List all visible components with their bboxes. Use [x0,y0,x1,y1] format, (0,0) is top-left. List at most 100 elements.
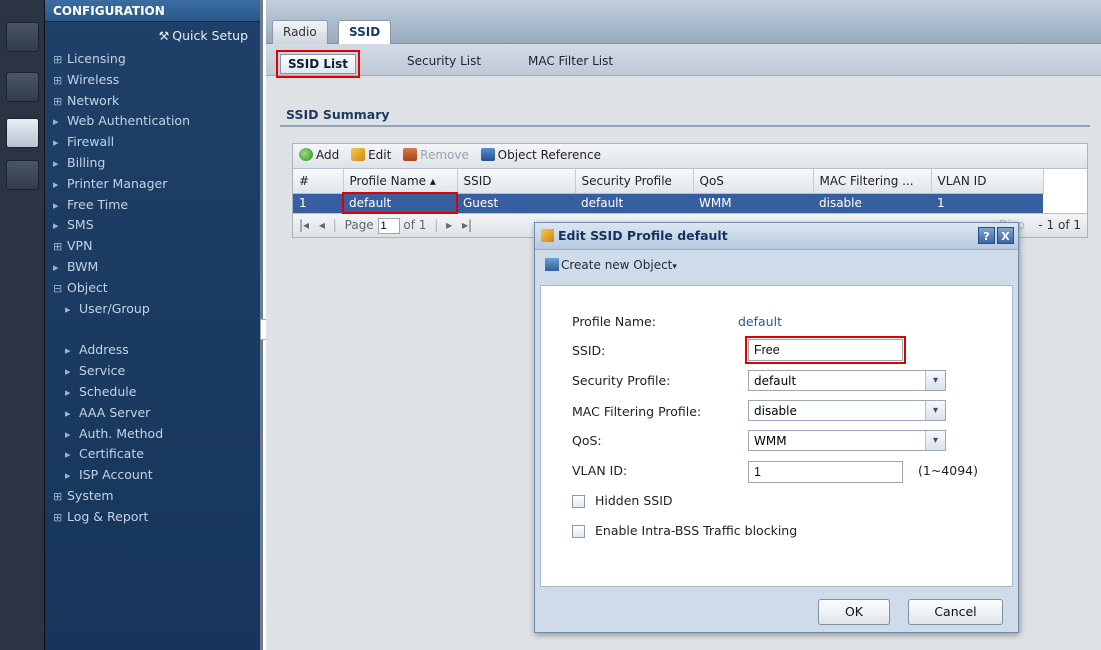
expand-icon: ⊞ [53,489,63,503]
nav-item-user-group[interactable]: ▸ User/Group [53,299,258,320]
dialog-title: Edit SSID Profile default [558,228,728,243]
page-number-input[interactable] [377,218,400,234]
col-header-num[interactable]: # [293,169,344,194]
maintenance-icon[interactable] [6,160,39,190]
nav-item-printer-manager[interactable]: ▸ Printer Manager [53,174,258,195]
chevron-down-icon: ▾ [925,401,945,420]
nav-item-label: Wireless [67,71,120,87]
col-header-vlan-id[interactable]: VLAN ID [931,169,1044,194]
dashboard-icon[interactable] [6,22,39,52]
nav-item-service[interactable]: ▸ Service [53,361,258,382]
last-page-icon[interactable]: ▸| [462,218,472,232]
expand-icon: ⊞ [53,94,63,108]
create-new-object-menu[interactable]: Create new Object▾ [535,250,1018,282]
nav-item-auth-method[interactable]: ▸ Auth. Method [53,424,258,445]
chevron-down-icon: ▾ [925,431,945,450]
subtab-ssid-list[interactable]: SSID List [276,50,360,78]
dialog-header-buttons: ? X [976,227,1014,244]
nav-item-sms[interactable]: ▸ SMS [53,215,258,236]
col-header-qos[interactable]: QoS [693,169,814,194]
configuration-gears-icon[interactable] [6,118,39,148]
nav-item-address[interactable]: ▸ Address [53,340,258,361]
cancel-button[interactable]: Cancel [908,599,1003,625]
object-reference-button[interactable]: Object Reference [480,148,601,162]
security-profile-select[interactable]: default ▾ [748,370,946,391]
vlan-id-input[interactable] [748,461,903,483]
nav-item-free-time[interactable]: ▸ Free Time [53,195,258,216]
nav-item-log-report[interactable]: ⊞ Log & Report [53,507,258,528]
bullet-icon: ▸ [65,469,71,483]
nav-item-certificate[interactable]: ▸ Certificate [53,444,258,465]
quick-setup-icon: ⚒ [158,29,170,43]
col-header-profile-name[interactable]: Profile Name ▴ [343,169,458,194]
object-reference-icon [480,148,495,161]
subtab-security-list[interactable]: Security List [407,54,481,68]
help-button[interactable]: ? [978,227,995,244]
chevron-down-icon: ▾ [925,371,945,390]
security-profile-label: Security Profile: [572,373,671,388]
profile-name-value: default [738,314,782,329]
hidden-ssid-checkbox[interactable] [572,495,585,508]
nav-item-firewall[interactable]: ▸ Firewall [53,132,258,153]
nav-item-aaa-server[interactable]: ▸ AAA Server [53,403,258,424]
nav-item-network[interactable]: ⊞ Network [53,91,258,112]
bullet-icon: ▸ [65,448,71,462]
tab-bar: Radio SSID [266,0,1101,44]
nav-item-label: Web Authentication [67,113,190,129]
nav-item-label: Licensing [67,51,126,66]
page-of-label: of 1 [403,218,427,232]
qos-select[interactable]: WMM ▾ [748,430,946,451]
cell-security: default [575,193,693,213]
bullet-icon: ▸ [53,260,59,274]
first-page-icon[interactable]: |◂ [299,218,309,232]
nav-item-label: Network [67,92,120,108]
ok-button[interactable]: OK [818,599,890,625]
bullet-icon: ▸ [53,198,59,212]
table-row[interactable]: 1 default Guest default WMM disable 1 [293,192,1087,214]
nav-item-label: VPN [67,238,93,254]
intra-bss-checkbox[interactable] [572,525,585,538]
nav-item-wireless[interactable]: ⊞ Wireless [53,70,258,91]
nav-item-licensing[interactable]: ⊞ Licensing [53,49,258,70]
dialog-header: Edit SSID Profile default ? X [535,223,1018,250]
col-header-ssid[interactable]: SSID [457,169,576,194]
ssid-input[interactable] [745,336,906,364]
nav-item-isp-account[interactable]: ▸ ISP Account [53,465,258,486]
quick-setup-link[interactable]: ⚒ Quick Setup [159,28,248,43]
bullet-icon: ▸ [65,365,71,379]
qos-label: QoS: [572,433,602,448]
edit-button[interactable]: Edit [351,148,391,162]
close-button[interactable]: X [997,227,1014,244]
collapse-icon: ⊟ [53,281,63,295]
subtab-mac-filter-list[interactable]: MAC Filter List [528,54,613,68]
nav-item-web-authentication[interactable]: ▸ Web Authentication [53,111,258,132]
add-button[interactable]: Add [299,148,339,162]
nav-item-vpn[interactable]: ⊞ VPN [53,236,258,257]
nav-item-label: SMS [67,217,94,233]
tab-ssid[interactable]: SSID [338,20,392,44]
nav-item-object[interactable]: ⊟ Object [53,278,258,299]
monitor-icon[interactable] [6,72,39,102]
col-header-mac-filtering[interactable]: MAC Filtering ... [813,169,932,194]
nav-item-label: Auth. Method [79,425,164,441]
edit-pencil-icon [351,148,366,161]
intra-bss-label: Enable Intra-BSS Traffic blocking [595,523,798,538]
profile-name-label: Profile Name: [572,314,656,329]
nav-item-label: Service [79,363,126,379]
nav-item-bwm[interactable]: ▸ BWM [53,257,258,278]
vlan-id-range: (1~4094) [918,463,978,478]
nav-item-billing[interactable]: ▸ Billing [53,153,258,174]
bullet-icon: ▸ [65,427,71,441]
hidden-ssid-label: Hidden SSID [595,493,673,508]
nav-item-system[interactable]: ⊞ System [53,486,258,507]
nav-tree: ⊞ Licensing ⊞ Wireless ⊞ Network ▸ Web Authenti… [53,49,458,528]
section-title: SSID Summary [286,107,390,122]
col-header-security-profile[interactable]: Security Profile [575,169,694,194]
mac-filtering-profile-select[interactable]: disable ▾ [748,400,946,421]
bullet-icon: ▸ [53,177,59,191]
prev-page-icon[interactable]: ◂ [319,218,325,232]
next-page-icon[interactable]: ▸ [446,218,452,232]
tab-radio[interactable]: Radio [272,20,328,44]
nav-item-schedule[interactable]: ▸ Schedule [53,382,258,403]
remove-button[interactable]: Remove [403,148,469,162]
